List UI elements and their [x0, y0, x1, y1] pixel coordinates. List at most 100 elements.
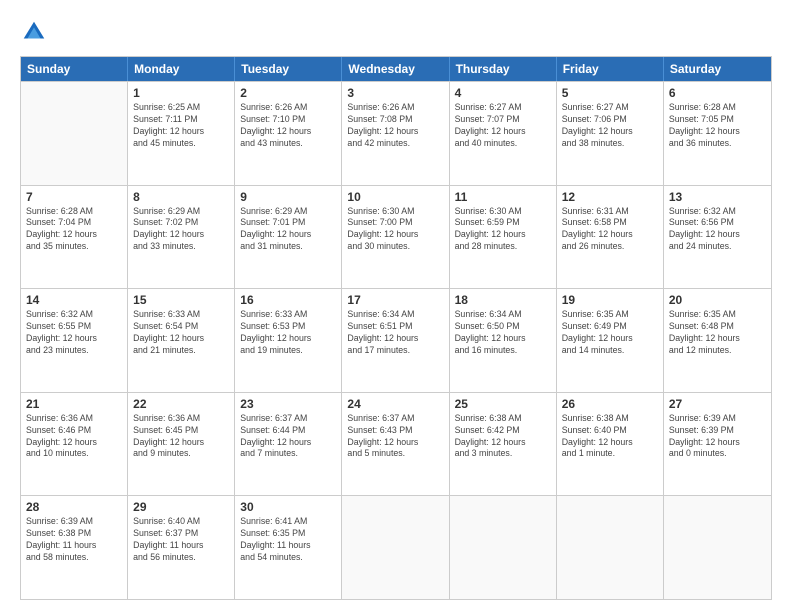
day-info: Sunrise: 6:39 AM Sunset: 6:39 PM Dayligh… — [669, 413, 766, 461]
day-info: Sunrise: 6:25 AM Sunset: 7:11 PM Dayligh… — [133, 102, 229, 150]
weekday-header: Thursday — [450, 57, 557, 81]
cal-cell: 19 Sunrise: 6:35 AM Sunset: 6:49 PM Dayli… — [557, 289, 664, 392]
day-number: 5 — [562, 86, 658, 100]
day-number: 12 — [562, 190, 658, 204]
cal-cell: 12Sunrise: 6:31 AM Sunset: 6:58 PM Dayli… — [557, 186, 664, 289]
weekday-header: Tuesday — [235, 57, 342, 81]
cal-cell: 14Sunrise: 6:32 AM Sunset: 6:55 PM Dayli… — [21, 289, 128, 392]
day-info: Sunrise: 6:27 AM Sunset: 7:07 PM Dayligh… — [455, 102, 551, 150]
cal-cell: 30 Sunrise: 6:41 AM Sunset: 6:35 PM Dayli… — [235, 496, 342, 599]
cal-cell: 4 Sunrise: 6:27 AM Sunset: 7:07 PM Daylig… — [450, 82, 557, 185]
day-number: 26 — [562, 397, 658, 411]
day-info: Sunrise: 6:27 AM Sunset: 7:06 PM Dayligh… — [562, 102, 658, 150]
day-number: 23 — [240, 397, 336, 411]
week-row-3: 14Sunrise: 6:32 AM Sunset: 6:55 PM Dayli… — [21, 288, 771, 392]
cal-cell: 16Sunrise: 6:33 AM Sunset: 6:53 PM Dayli… — [235, 289, 342, 392]
day-number: 3 — [347, 86, 443, 100]
day-number: 15 — [133, 293, 229, 307]
cal-cell: 22 Sunrise: 6:36 AM Sunset: 6:45 PM Dayli… — [128, 393, 235, 496]
day-number: 11 — [455, 190, 551, 204]
logo-icon — [20, 18, 48, 46]
day-number: 27 — [669, 397, 766, 411]
week-row-5: 28 Sunrise: 6:39 AM Sunset: 6:38 PM Dayli… — [21, 495, 771, 599]
cal-cell: 7 Sunrise: 6:28 AM Sunset: 7:04 PM Daylig… — [21, 186, 128, 289]
day-info: Sunrise: 6:36 AM Sunset: 6:46 PM Dayligh… — [26, 413, 122, 461]
header — [20, 18, 772, 46]
cal-cell: 21 Sunrise: 6:36 AM Sunset: 6:46 PM Dayli… — [21, 393, 128, 496]
day-info: Sunrise: 6:33 AM Sunset: 6:54 PM Dayligh… — [133, 309, 229, 357]
logo — [20, 18, 52, 46]
calendar-body: 1 Sunrise: 6:25 AM Sunset: 7:11 PM Daylig… — [21, 81, 771, 599]
cal-cell: 17Sunrise: 6:34 AM Sunset: 6:51 PM Dayli… — [342, 289, 449, 392]
day-number: 19 — [562, 293, 658, 307]
page: SundayMondayTuesdayWednesdayThursdayFrid… — [0, 0, 792, 612]
day-info: Sunrise: 6:29 AM Sunset: 7:02 PM Dayligh… — [133, 206, 229, 254]
day-number: 29 — [133, 500, 229, 514]
calendar: SundayMondayTuesdayWednesdayThursdayFrid… — [20, 56, 772, 600]
cal-cell: 25 Sunrise: 6:38 AM Sunset: 6:42 PM Dayli… — [450, 393, 557, 496]
day-info: Sunrise: 6:29 AM Sunset: 7:01 PM Dayligh… — [240, 206, 336, 254]
weekday-header: Wednesday — [342, 57, 449, 81]
day-number: 2 — [240, 86, 336, 100]
day-info: Sunrise: 6:32 AM Sunset: 6:56 PM Dayligh… — [669, 206, 766, 254]
day-number: 20 — [669, 293, 766, 307]
day-info: Sunrise: 6:39 AM Sunset: 6:38 PM Dayligh… — [26, 516, 122, 564]
cal-cell: 29 Sunrise: 6:40 AM Sunset: 6:37 PM Dayli… — [128, 496, 235, 599]
day-number: 22 — [133, 397, 229, 411]
weekday-header: Sunday — [21, 57, 128, 81]
day-number: 7 — [26, 190, 122, 204]
day-info: Sunrise: 6:36 AM Sunset: 6:45 PM Dayligh… — [133, 413, 229, 461]
day-info: Sunrise: 6:34 AM Sunset: 6:51 PM Dayligh… — [347, 309, 443, 357]
cal-cell: 20 Sunrise: 6:35 AM Sunset: 6:48 PM Dayli… — [664, 289, 771, 392]
cal-cell: 2 Sunrise: 6:26 AM Sunset: 7:10 PM Daylig… — [235, 82, 342, 185]
day-info: Sunrise: 6:30 AM Sunset: 6:59 PM Dayligh… — [455, 206, 551, 254]
cal-cell — [664, 496, 771, 599]
day-number: 18 — [455, 293, 551, 307]
cal-cell: 18Sunrise: 6:34 AM Sunset: 6:50 PM Dayli… — [450, 289, 557, 392]
day-number: 21 — [26, 397, 122, 411]
cal-cell — [342, 496, 449, 599]
day-number: 10 — [347, 190, 443, 204]
day-info: Sunrise: 6:35 AM Sunset: 6:48 PM Dayligh… — [669, 309, 766, 357]
day-info: Sunrise: 6:37 AM Sunset: 6:44 PM Dayligh… — [240, 413, 336, 461]
day-number: 13 — [669, 190, 766, 204]
day-info: Sunrise: 6:30 AM Sunset: 7:00 PM Dayligh… — [347, 206, 443, 254]
day-number: 4 — [455, 86, 551, 100]
cal-cell: 3 Sunrise: 6:26 AM Sunset: 7:08 PM Daylig… — [342, 82, 449, 185]
cal-cell — [21, 82, 128, 185]
day-number: 14 — [26, 293, 122, 307]
day-number: 16 — [240, 293, 336, 307]
day-info: Sunrise: 6:26 AM Sunset: 7:08 PM Dayligh… — [347, 102, 443, 150]
cal-cell: 1 Sunrise: 6:25 AM Sunset: 7:11 PM Daylig… — [128, 82, 235, 185]
calendar-header: SundayMondayTuesdayWednesdayThursdayFrid… — [21, 57, 771, 81]
cal-cell: 24 Sunrise: 6:37 AM Sunset: 6:43 PM Dayli… — [342, 393, 449, 496]
cal-cell: 13 Sunrise: 6:32 AM Sunset: 6:56 PM Dayli… — [664, 186, 771, 289]
day-number: 24 — [347, 397, 443, 411]
day-info: Sunrise: 6:38 AM Sunset: 6:42 PM Dayligh… — [455, 413, 551, 461]
day-number: 28 — [26, 500, 122, 514]
cal-cell: 27 Sunrise: 6:39 AM Sunset: 6:39 PM Dayli… — [664, 393, 771, 496]
cal-cell: 11 Sunrise: 6:30 AM Sunset: 6:59 PM Dayli… — [450, 186, 557, 289]
day-info: Sunrise: 6:40 AM Sunset: 6:37 PM Dayligh… — [133, 516, 229, 564]
week-row-2: 7 Sunrise: 6:28 AM Sunset: 7:04 PM Daylig… — [21, 185, 771, 289]
cal-cell: 10 Sunrise: 6:30 AM Sunset: 7:00 PM Dayli… — [342, 186, 449, 289]
day-number: 9 — [240, 190, 336, 204]
day-info: Sunrise: 6:26 AM Sunset: 7:10 PM Dayligh… — [240, 102, 336, 150]
cal-cell: 9 Sunrise: 6:29 AM Sunset: 7:01 PM Daylig… — [235, 186, 342, 289]
cal-cell: 15 Sunrise: 6:33 AM Sunset: 6:54 PM Dayli… — [128, 289, 235, 392]
cal-cell — [557, 496, 664, 599]
day-number: 1 — [133, 86, 229, 100]
cal-cell: 26 Sunrise: 6:38 AM Sunset: 6:40 PM Dayli… — [557, 393, 664, 496]
day-info: Sunrise: 6:28 AM Sunset: 7:04 PM Dayligh… — [26, 206, 122, 254]
day-info: Sunrise: 6:37 AM Sunset: 6:43 PM Dayligh… — [347, 413, 443, 461]
day-number: 6 — [669, 86, 766, 100]
cal-cell: 23 Sunrise: 6:37 AM Sunset: 6:44 PM Dayli… — [235, 393, 342, 496]
day-info: Sunrise: 6:35 AM Sunset: 6:49 PM Dayligh… — [562, 309, 658, 357]
day-number: 30 — [240, 500, 336, 514]
cal-cell — [450, 496, 557, 599]
week-row-1: 1 Sunrise: 6:25 AM Sunset: 7:11 PM Daylig… — [21, 81, 771, 185]
day-info: Sunrise: 6:38 AM Sunset: 6:40 PM Dayligh… — [562, 413, 658, 461]
day-number: 25 — [455, 397, 551, 411]
cal-cell: 5 Sunrise: 6:27 AM Sunset: 7:06 PM Daylig… — [557, 82, 664, 185]
day-info: Sunrise: 6:41 AM Sunset: 6:35 PM Dayligh… — [240, 516, 336, 564]
